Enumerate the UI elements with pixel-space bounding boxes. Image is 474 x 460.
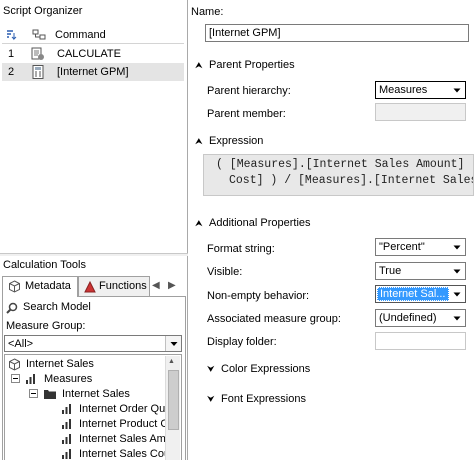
measure-icon [62,419,71,429]
expression-editor[interactable]: ( [Measures].[Internet Sales Amount] - Co… [203,154,474,196]
name-value: [Internet GPM] [209,27,281,39]
script-list: 1 CALCULATE 2 [Internet GPM] [2,45,184,81]
tree-node-label: Measures [44,373,93,385]
collapse-icon[interactable] [11,374,20,383]
tree-node-label: Internet Sales Cou [79,448,171,460]
format-string-value: "Percent" [379,241,425,253]
search-model-label: Search Model [23,301,91,313]
display-folder-input[interactable] [375,332,466,350]
non-empty-behavior-label: Non-empty behavior: [207,290,310,302]
measure-icon [62,449,71,459]
panel-splitter[interactable] [0,253,188,256]
scrollbar-thumb[interactable] [168,370,179,430]
expression-line: ( [Measures].[Internet Sales Amount] - [216,158,474,171]
command-column-icon [32,29,46,40]
script-organizer-header: Command [2,26,184,44]
chevron-down-icon [453,245,461,250]
tree-scrollbar[interactable]: ▲ [165,356,180,460]
metadata-tree: Internet Sales Measures Internet Sales I… [4,354,182,460]
non-empty-behavior-value: Internet Sal... [377,287,449,301]
calc-tools-tabs: Metadata Functions ◀ ▶ [2,276,186,297]
row-text: CALCULATE [57,48,121,60]
chevron-down-icon [453,292,461,297]
cube-icon [9,280,20,293]
tab-scroll-left-icon[interactable]: ◀ [152,279,166,293]
calculated-member-icon [32,65,44,79]
chevron-down-icon [453,269,461,274]
calculation-tools-title: Calculation Tools [3,259,86,271]
associated-measure-group-label: Associated measure group: [207,313,341,325]
format-string-label: Format string: [207,243,275,255]
tab-label: Functions [99,280,147,292]
left-panel: Script Organizer Command 1 CALCULATE 2 [… [0,0,188,460]
collapse-chevron-icon: ⮝ [195,60,203,70]
section-title: Color Expressions [221,363,311,375]
script-row-internet-gpm[interactable]: 2 [Internet GPM] [2,63,184,81]
row-number: 2 [8,66,15,78]
tree-node-label: Internet Sales [26,358,94,370]
script-command-icon [31,47,44,60]
expression-line: Cost] ) / [Measures].[Internet Sales A [229,174,474,187]
display-folder-label: Display folder: [207,336,277,348]
tree-node-label: Internet Sales Amo [79,433,172,445]
associated-measure-group-select[interactable]: (Undefined) [375,309,466,327]
associated-measure-group-value: (Undefined) [379,312,437,324]
expression-section[interactable]: ⮝ Expression [195,135,263,147]
measure-icon [62,434,71,444]
tree-node-label: Internet Order Qua [79,403,172,415]
tab-functions[interactable]: Functions [78,276,150,296]
visible-select[interactable]: True [375,262,466,280]
expand-chevron-icon: ⮟ [207,364,215,374]
tree-node-label: Internet Product Co [79,418,175,430]
measure-icon [62,404,71,414]
collapse-icon[interactable] [29,389,38,398]
visible-label: Visible: [207,266,243,278]
row-text: [Internet GPM] [57,66,129,78]
section-title: Parent Properties [209,59,295,71]
command-column-header[interactable]: Command [55,29,106,41]
measure-group-select[interactable]: <All> [4,335,182,352]
format-string-select[interactable]: "Percent" [375,238,466,256]
color-expressions-section[interactable]: ⮟ Color Expressions [207,363,310,375]
font-expressions-section[interactable]: ⮟ Font Expressions [207,393,306,405]
script-row-calculate[interactable]: 1 CALCULATE [2,45,184,63]
name-input[interactable]: [Internet GPM] [205,24,469,42]
tree-node-label: Internet Sales [62,388,130,400]
tab-metadata[interactable]: Metadata [2,276,78,297]
search-icon [6,302,18,314]
non-empty-behavior-select[interactable]: Internet Sal... [375,285,466,303]
expand-chevron-icon: ⮟ [207,394,215,404]
additional-properties-section[interactable]: ⮝ Additional Properties [195,217,311,229]
name-label: Name: [191,6,224,18]
chevron-down-icon [165,336,181,351]
script-organizer-title: Script Organizer [3,5,83,17]
tab-label: Metadata [25,280,71,292]
cube-icon [9,358,20,371]
tab-scroll-right-icon[interactable]: ▶ [168,279,182,293]
sort-icon[interactable] [5,29,17,41]
chevron-down-icon [453,88,461,93]
parent-hierarchy-select[interactable]: Measures [375,81,466,99]
measures-icon [26,374,35,384]
parent-hierarchy-label: Parent hierarchy: [207,85,291,97]
folder-icon [44,390,56,399]
parent-hierarchy-value: Measures [379,84,428,96]
collapse-chevron-icon: ⮝ [195,218,203,228]
functions-icon [84,281,96,293]
parent-member-input[interactable] [375,103,466,121]
parent-properties-section[interactable]: ⮝ Parent Properties [195,59,295,71]
section-title: Font Expressions [221,393,306,405]
visible-value: True [379,265,402,277]
collapse-chevron-icon: ⮝ [195,136,203,146]
parent-member-label: Parent member: [207,108,286,120]
measure-group-value: <All> [8,338,34,350]
properties-panel: Name: [Internet GPM] ⮝ Parent Properties … [189,0,474,460]
scroll-up-icon[interactable]: ▲ [168,358,175,365]
chevron-down-icon [453,316,461,321]
section-title: Additional Properties [209,217,311,229]
row-number: 1 [8,48,15,60]
section-title: Expression [209,135,264,147]
measure-group-label: Measure Group: [6,320,86,332]
